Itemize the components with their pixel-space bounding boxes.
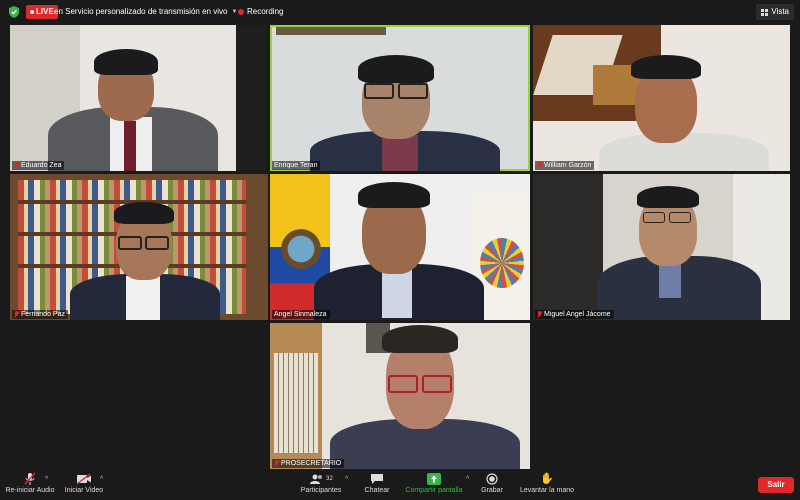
recording-dot-icon [238, 9, 244, 15]
participant-name: Eduardo Zea [21, 162, 62, 169]
view-button[interactable]: Vista [756, 4, 794, 20]
share-options-caret[interactable]: ^ [466, 476, 469, 483]
video-tile-prosecretario[interactable]: PROSECRETARIO [270, 323, 530, 469]
participant-name-tag: Eduardo Zea [12, 161, 65, 170]
participants-options-caret[interactable]: ^ [345, 476, 348, 483]
video-tile-eduardo-zea[interactable]: Eduardo Zea [10, 25, 266, 171]
participant-name-tag: William Garzón [535, 161, 595, 170]
glasses [398, 83, 428, 99]
raise-hand-label: Levantar la mano [519, 487, 575, 494]
chat-label: Chatear [364, 487, 390, 494]
record-label: Grabar [481, 487, 503, 494]
mic-muted-icon [14, 162, 19, 169]
stream-service-label: en Servicio personalizado de transmisión… [54, 7, 228, 16]
participant-name-tag: Miguel Angel Jácome [535, 310, 614, 319]
live-badge[interactable]: LIVE [26, 5, 58, 19]
meeting-top-bar: LIVE en Servicio personalizado de transm… [0, 0, 800, 24]
live-label: LIVE [36, 7, 54, 16]
participants-icon [310, 474, 323, 484]
participant-name-tag: Fernando Paz [12, 310, 68, 319]
share-screen-button[interactable]: Compartir pantalla [402, 472, 466, 494]
participant-name: William Garzón [544, 162, 592, 169]
live-dot-icon [30, 10, 34, 14]
glasses [388, 375, 418, 393]
record-icon [476, 472, 508, 486]
participant-name-tag: Angel Sinmaleza [272, 310, 330, 319]
chevron-down-icon: ▼ [231, 9, 238, 15]
video-tile-angel-sinmaleza[interactable]: Angel Sinmaleza [270, 174, 530, 320]
live-stream-dropdown[interactable]: en Servicio personalizado de transmisión… [54, 4, 237, 20]
video-tile-enrique-teran[interactable]: Enrique Teran [270, 25, 530, 171]
mic-muted-icon [14, 311, 19, 318]
participant-name-tag: Enrique Teran [272, 161, 321, 170]
glasses [364, 83, 394, 99]
glasses [643, 212, 665, 223]
video-options-caret[interactable]: ^ [100, 476, 103, 483]
glasses [118, 236, 142, 250]
share-screen-icon [402, 472, 466, 486]
share-screen-label: Compartir pantalla [405, 487, 463, 494]
participant-name: Fernando Paz [21, 311, 65, 318]
glasses [145, 236, 169, 250]
video-label: Iniciar Video [64, 487, 104, 494]
participant-name: PROSECRETARIO [281, 460, 342, 467]
participant-name: Angel Sinmaleza [274, 311, 327, 318]
meeting-toolbar: Re-iniciar Audio ^ Iniciar Video ^ 32 Pa… [0, 470, 800, 500]
participant-name: Miguel Angel Jácome [544, 311, 611, 318]
record-button[interactable]: Grabar [476, 472, 508, 494]
participants-count: 32 [326, 476, 333, 482]
coat-of-arms-emblem [278, 226, 324, 272]
mic-muted-icon [537, 311, 542, 318]
participants-button[interactable]: 32 Participantes [298, 472, 344, 494]
glasses [422, 375, 452, 393]
recording-label: Recording [247, 7, 284, 16]
participants-label: Participantes [300, 487, 342, 494]
video-tile-fernando-paz[interactable]: Fernando Paz [10, 174, 268, 320]
chat-button[interactable]: Chatear [360, 472, 394, 494]
chat-bubble-icon [360, 472, 394, 486]
flag-emblem [480, 238, 524, 288]
leave-meeting-button[interactable]: Salir [758, 477, 794, 493]
raise-hand-button[interactable]: ✋ Levantar la mano [517, 472, 577, 494]
video-tile-miguel-angel-jacome[interactable]: Miguel Angel Jácome [533, 174, 790, 320]
participant-name: Enrique Teran [274, 162, 318, 169]
participant-name-tag: PROSECRETARIO [272, 459, 345, 468]
security-shield-icon[interactable] [9, 6, 19, 18]
glasses [669, 212, 691, 223]
video-tile-william-garzon[interactable]: William Garzón [533, 25, 790, 171]
raise-hand-icon: ✋ [540, 473, 554, 485]
mic-muted-icon [537, 162, 542, 169]
recording-indicator[interactable]: Recording [238, 4, 283, 20]
mic-muted-icon [274, 460, 279, 467]
audio-options-caret[interactable]: ^ [45, 476, 48, 483]
audio-label: Re-iniciar Audio [5, 487, 55, 494]
view-label: Vista [771, 7, 789, 16]
participant-figure [599, 133, 769, 171]
grid-view-icon [761, 8, 769, 16]
